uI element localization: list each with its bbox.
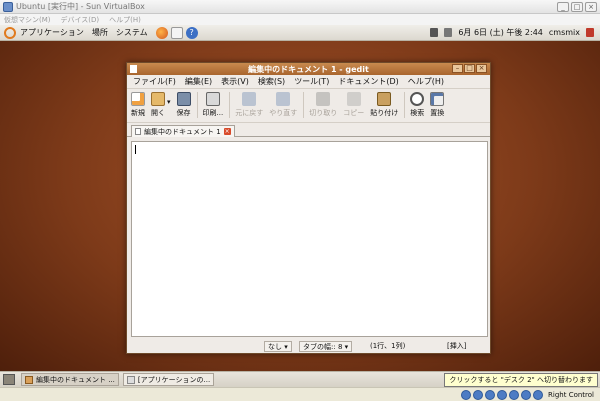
undo-button[interactable]: 元に戻す: [235, 92, 263, 118]
document-icon: [130, 65, 137, 73]
document-icon: [135, 128, 141, 135]
document-tabs: 編集中のドキュメント 1 ×: [127, 123, 490, 137]
minimize-button[interactable]: _: [557, 2, 569, 12]
paste-button[interactable]: 貼り付け: [370, 92, 398, 118]
open-recent-dropdown[interactable]: ▾: [167, 98, 171, 106]
language-selector[interactable]: なし ▾: [264, 340, 292, 352]
toolbar-separator: [229, 92, 231, 118]
print-button[interactable]: 印刷...: [203, 92, 223, 118]
menu-documents[interactable]: ドキュメント(D): [338, 76, 398, 87]
clipboard-icon: [377, 92, 392, 106]
save-icon: [176, 92, 191, 106]
power-icon[interactable]: [586, 28, 594, 37]
cd-icon[interactable]: [473, 389, 484, 400]
replace-icon: [430, 92, 445, 106]
scissors-icon: [316, 92, 331, 106]
gedit-title-bar[interactable]: 編集中のドキュメント 1 - gedit – □ ×: [127, 63, 490, 75]
task-gedit[interactable]: 編集中のドキュメント ...: [21, 373, 119, 386]
workspace-tooltip: クリックすると "デスク 2" へ切り替わります: [444, 373, 598, 387]
vbox-window-buttons: _ □ ×: [557, 2, 597, 12]
cut-button[interactable]: 切り取り: [309, 92, 337, 118]
gedit-minimize-button[interactable]: –: [452, 64, 463, 73]
help-icon[interactable]: ?: [185, 26, 198, 39]
panel-tray: 6月 6日 (土) 午後 2:44 cmsmix: [430, 27, 594, 38]
menu-devices[interactable]: デバイス(D): [61, 15, 100, 25]
show-desktop-icon[interactable]: [3, 374, 15, 385]
vbox-title-bar: Ubuntu [実行中] - Sun VirtualBox _ □ ×: [0, 0, 600, 14]
task-applications[interactable]: [アプリケーションの...: [122, 373, 215, 386]
toolbar-separator: [303, 92, 305, 118]
network-icon[interactable]: [430, 28, 439, 37]
copy-button[interactable]: コピー: [343, 92, 364, 118]
volume-icon[interactable]: [444, 28, 453, 37]
printer-icon: [205, 92, 220, 106]
menu-places[interactable]: 場所: [92, 27, 108, 38]
gedit-window-title: 編集中のドキュメント 1 - gedit: [248, 64, 369, 74]
new-button[interactable]: 新規: [131, 92, 145, 118]
gedit-close-button[interactable]: ×: [476, 64, 487, 73]
vbox-menu-bar: 仮想マシン(M) デバイス(D) ヘルプ(H): [0, 14, 600, 25]
gedit-menu-bar: ファイル(F) 編集(E) 表示(V) 検索(S) ツール(T) ドキュメント(…: [127, 75, 490, 89]
menu-search[interactable]: 検索(S): [258, 76, 285, 87]
toolbar-separator: [196, 92, 198, 118]
folder-open-icon: [151, 92, 165, 106]
gedit-maximize-button[interactable]: □: [464, 64, 475, 73]
menu-tools[interactable]: ツール(T): [294, 76, 329, 87]
gedit-window: 編集中のドキュメント 1 - gedit – □ × ファイル(F) 編集(E)…: [126, 62, 491, 354]
shared-folder-icon[interactable]: [521, 389, 532, 400]
ubuntu-top-panel: アプリケーション 場所 システム ? 6月 6日 (土) 午後 2:44 cms…: [0, 25, 600, 41]
close-button[interactable]: ×: [585, 2, 597, 12]
network-adapter-icon[interactable]: [497, 389, 508, 400]
menu-system[interactable]: システム: [116, 27, 148, 38]
menu-file[interactable]: ファイル(F): [133, 76, 176, 87]
ubuntu-logo-icon[interactable]: [4, 26, 16, 39]
menu-applications[interactable]: アプリケーション: [20, 27, 84, 38]
find-button[interactable]: 検索: [410, 92, 425, 118]
menu-view[interactable]: 表示(V): [221, 76, 249, 87]
floppy-icon[interactable]: [485, 389, 496, 400]
gedit-task-icon: [25, 375, 33, 384]
replace-button[interactable]: 置換: [430, 92, 445, 118]
close-tab-icon[interactable]: ×: [223, 128, 231, 135]
menu-edit[interactable]: 編集(E): [185, 76, 212, 87]
copy-icon: [346, 92, 361, 106]
host-key-label: Right Control: [548, 390, 594, 399]
redo-icon: [276, 92, 291, 106]
new-document-icon: [131, 92, 145, 106]
mouse-integration-icon[interactable]: [533, 389, 544, 400]
usb-icon[interactable]: [509, 389, 520, 400]
ubuntu-bottom-panel: 編集中のドキュメント ... [アプリケーションの... クリックすると "デス…: [0, 371, 600, 387]
open-button[interactable]: 開く: [151, 92, 165, 118]
gedit-status-bar: なし ▾ タブの幅:: 8 ▾ (1行、1列) [挿入]: [127, 339, 490, 353]
tab-label: 編集中のドキュメント 1: [144, 127, 221, 136]
cursor-position: (1行、1列): [370, 342, 406, 350]
insert-mode: [挿入]: [447, 342, 467, 350]
window-task-icon: [126, 375, 135, 384]
menu-help[interactable]: ヘルプ(H): [109, 15, 141, 25]
text-editor[interactable]: [131, 141, 488, 337]
tab-width-selector[interactable]: タブの幅:: 8 ▾: [299, 340, 353, 352]
menu-gedit-help[interactable]: ヘルプ(H): [408, 76, 444, 87]
tab-document-1[interactable]: 編集中のドキュメント 1 ×: [131, 125, 235, 137]
user-name[interactable]: cmsmix: [549, 28, 580, 37]
toolbar-separator: [404, 92, 406, 118]
redo-button[interactable]: やり直す: [269, 92, 297, 118]
clock[interactable]: 6月 6日 (土) 午後 2:44: [458, 27, 543, 38]
vbox-status-bar: Right Control: [0, 387, 600, 401]
menu-machine[interactable]: 仮想マシン(M): [4, 15, 51, 25]
virtualbox-icon: [3, 1, 13, 12]
save-button[interactable]: 保存: [176, 92, 191, 118]
magnifier-icon: [410, 92, 425, 106]
gedit-window-buttons: – □ ×: [452, 64, 487, 73]
text-caret: [135, 145, 136, 154]
gedit-toolbar: 新規 開く ▾ 保存 印刷... 元に戻す やり直す 切り取り コピー 貼り付け…: [127, 89, 490, 123]
firefox-icon[interactable]: [155, 26, 168, 39]
undo-icon: [242, 92, 257, 106]
maximize-button[interactable]: □: [571, 2, 583, 12]
mail-icon[interactable]: [170, 26, 183, 39]
hdd-icon[interactable]: [461, 389, 472, 400]
vbox-window-title: Ubuntu [実行中] - Sun VirtualBox: [16, 2, 145, 11]
